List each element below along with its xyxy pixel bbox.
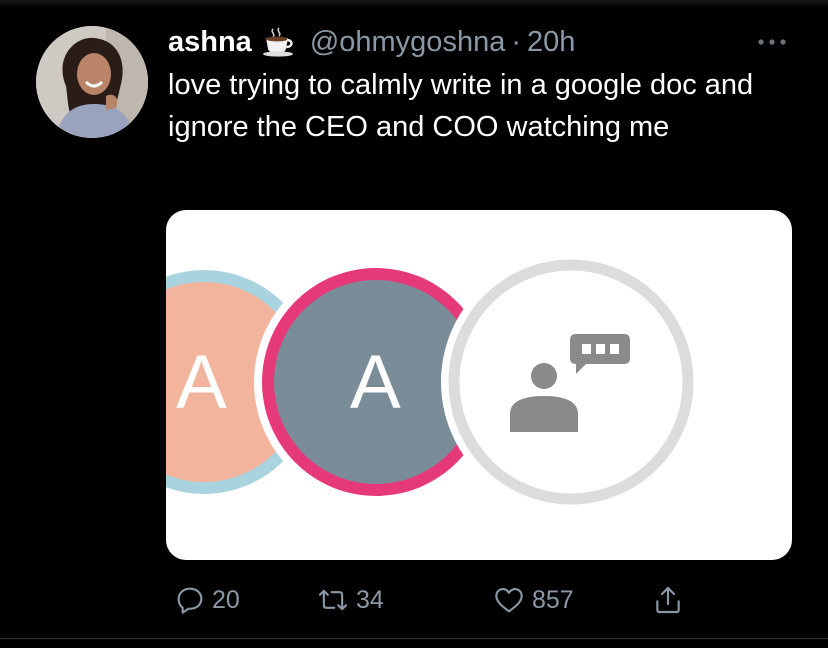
viewers-icon [441,252,701,512]
retweet-count: 34 [356,585,384,614]
tweet-media-image[interactable]: A A [166,210,792,560]
share-button[interactable] [652,578,684,622]
retweet-icon [318,589,348,611]
reply-icon [177,587,203,614]
avatar-letter-2: A [350,340,401,425]
avatar-letter-1: A [176,340,227,425]
reply-count: 20 [212,585,240,614]
top-fade [0,0,828,8]
heart-icon [495,588,523,613]
retweet-button[interactable]: 34 [316,578,384,622]
separator-dot: · [511,25,521,58]
user-handle[interactable]: @ohmygoshna [310,26,506,59]
collaborator-avatars-image: A A [166,252,701,512]
display-name[interactable]: ashna [168,26,252,59]
divider [0,638,828,639]
tweet-actions: 20 34 857 [166,578,726,622]
more-options-icon[interactable] [752,30,792,54]
coffee-cup-icon [262,27,298,57]
profile-photo [36,26,148,138]
tweet-text: love trying to calmly write in a google … [168,69,754,143]
like-count: 857 [532,585,574,614]
share-icon [656,586,680,614]
profile-avatar[interactable] [36,26,148,138]
reply-button[interactable]: 20 [174,578,240,622]
tweet-header: ashna @ohmygoshna · 20h [168,24,575,60]
timestamp[interactable]: 20h [527,26,575,59]
like-button[interactable]: 857 [492,578,574,622]
